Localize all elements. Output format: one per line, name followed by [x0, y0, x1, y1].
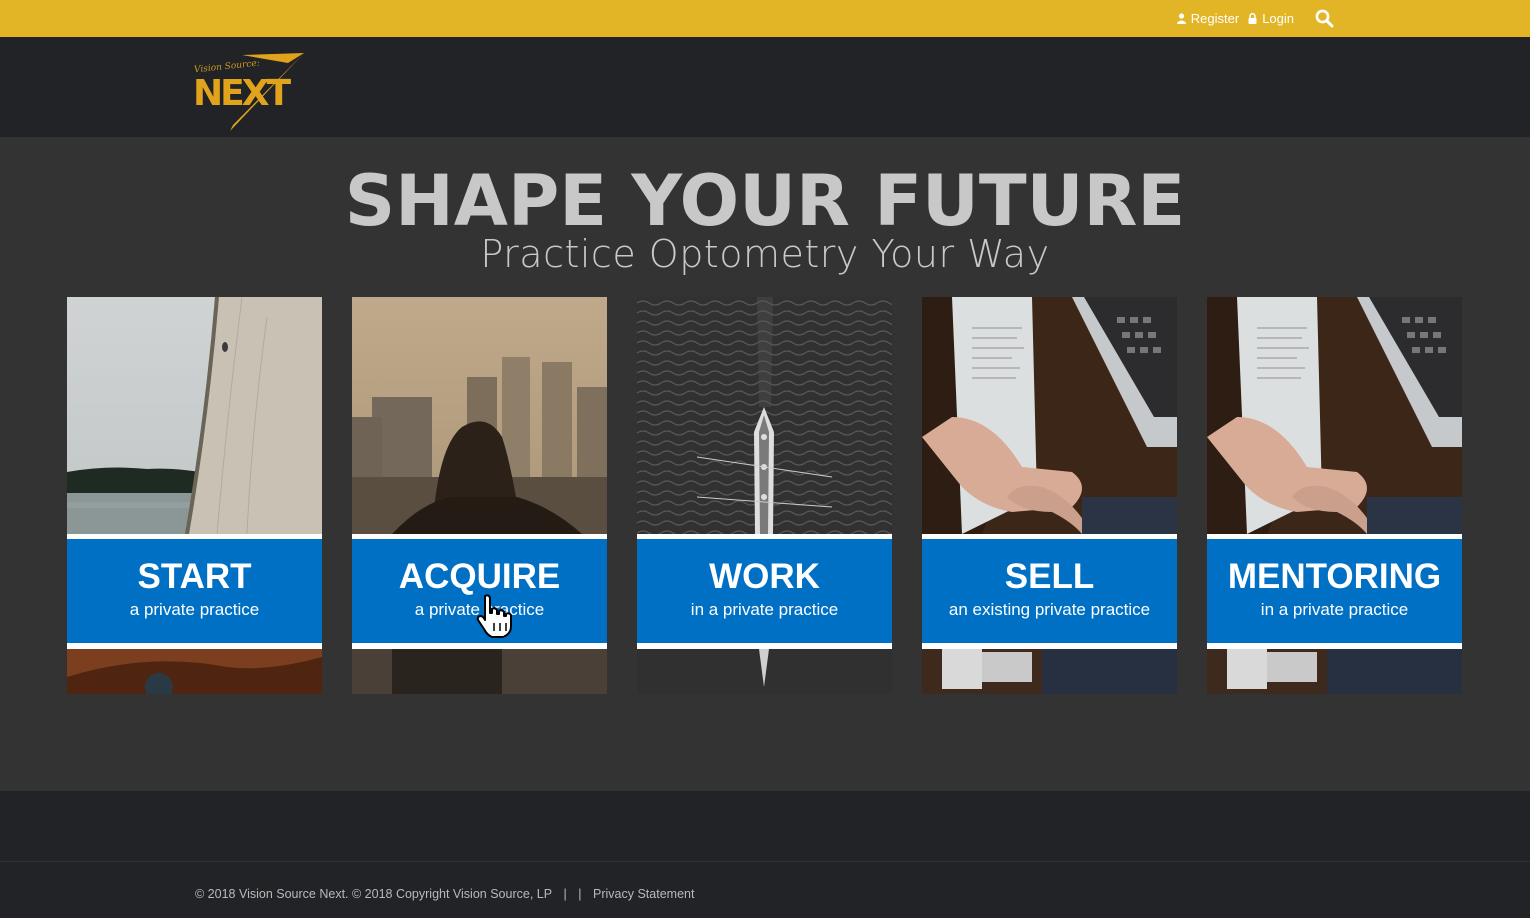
top-utility-bar: Register Login: [0, 0, 1530, 37]
hero-title: SHAPE YOUR FUTURE: [344, 160, 1186, 242]
privacy-statement-link[interactable]: Privacy Statement: [593, 887, 694, 901]
footer-text: © 2018 Vision Source Next. © 2018 Copyri…: [195, 887, 702, 901]
card-mentoring[interactable]: MENTORING in a private practice: [1207, 297, 1462, 694]
card-label-box: START a private practice: [67, 539, 322, 643]
card-band: WORK in a private practice: [637, 534, 892, 649]
card-band: SELL an existing private practice: [922, 534, 1177, 649]
card-title: START: [137, 557, 252, 596]
copyright-text: © 2018 Vision Source Next. © 2018 Copyri…: [195, 887, 553, 901]
register-label: Register: [1190, 11, 1240, 26]
card-label-box: MENTORING in a private practice: [1207, 539, 1462, 643]
site-header: Vision Source: NEXT: [0, 37, 1530, 137]
hero-subtitle: Practice Optometry Your Way: [480, 232, 1050, 276]
footer-separator: |: [563, 887, 567, 901]
card-subtitle: in a private practice: [1260, 600, 1409, 619]
card-acquire[interactable]: ACQUIRE a private practice: [352, 297, 607, 694]
site-footer: © 2018 Vision Source Next. © 2018 Copyri…: [0, 862, 1530, 918]
card-title: MENTORING: [1227, 557, 1442, 596]
card-sell[interactable]: SELL an existing private practice: [922, 297, 1177, 694]
login-link[interactable]: Login: [1248, 11, 1294, 26]
card-title: WORK: [709, 557, 820, 596]
hero-section: SHAPE YOUR FUTURE Practice Optometry You…: [0, 137, 1530, 791]
card-work[interactable]: WORK in a private practice: [637, 297, 892, 694]
card-label-box: ACQUIRE a private practice: [352, 539, 607, 643]
card-band: MENTORING in a private practice: [1207, 534, 1462, 649]
search-button[interactable]: [1314, 9, 1334, 29]
card-title: SELL: [1004, 557, 1095, 596]
card-title: ACQUIRE: [398, 557, 561, 596]
card-subtitle: a private practice: [414, 600, 545, 619]
card-start[interactable]: START a private practice: [67, 297, 322, 694]
footer-separator: |: [578, 887, 582, 901]
card-band: START a private practice: [67, 534, 322, 649]
card-subtitle: in a private practice: [690, 600, 839, 619]
utility-links: Register Login: [1176, 0, 1334, 37]
card-subtitle: a private practice: [129, 600, 260, 619]
card-label-box: SELL an existing private practice: [922, 539, 1177, 643]
vision-source-next-logo[interactable]: Vision Source: NEXT: [192, 51, 307, 131]
login-label: Login: [1262, 11, 1294, 26]
pathway-cards: START a private practice ACQUIRE a priva…: [67, 297, 1462, 694]
register-link[interactable]: Register: [1176, 11, 1240, 26]
lock-icon: [1248, 13, 1257, 24]
card-band: ACQUIRE a private practice: [352, 534, 607, 649]
card-subtitle: an existing private practice: [948, 600, 1151, 619]
user-icon: [1176, 13, 1186, 24]
card-label-box: WORK in a private practice: [637, 539, 892, 643]
search-icon: [1315, 9, 1333, 28]
logo-big-text: NEXT: [193, 73, 291, 114]
footer-upper: [0, 791, 1530, 861]
